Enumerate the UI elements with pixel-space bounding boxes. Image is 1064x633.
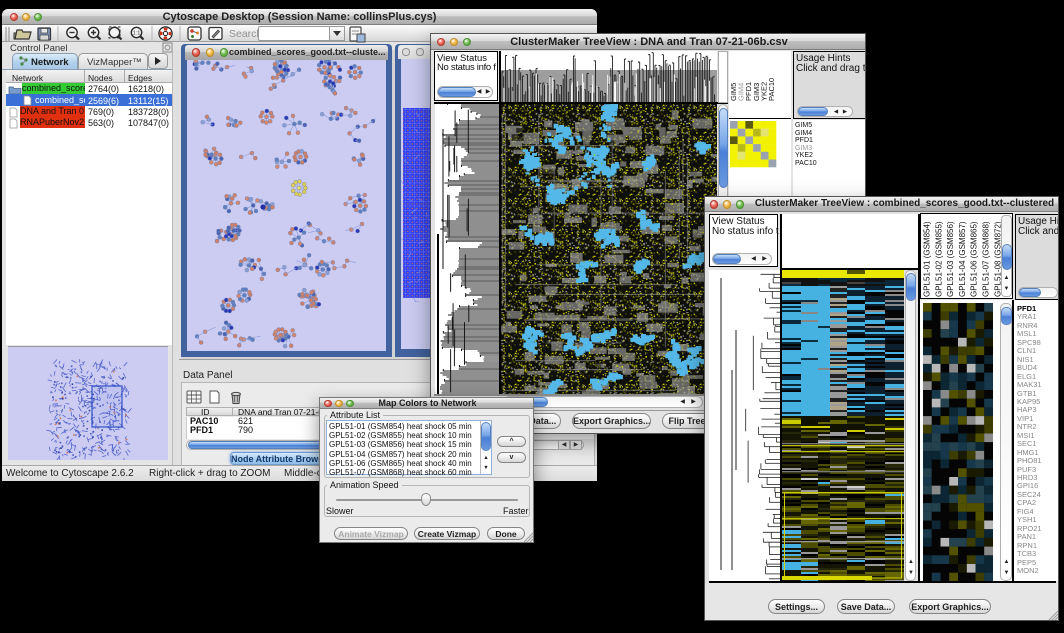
svg-text:GPL51-04 (GSM857): GPL51-04 (GSM857) [958,221,967,297]
svg-text:GPL51-02 (GSM855): GPL51-02 (GSM855) [934,221,943,297]
svg-text:PAC10: PAC10 [767,78,776,101]
svg-text:GPL51-07 (GSM868): GPL51-07 (GSM868) [982,221,991,297]
svg-text:GPL51-03 (GSM856): GPL51-03 (GSM856) [946,221,955,297]
svg-text:1:1: 1:1 [133,31,141,37]
svg-text:GPL51-01 (GSM854): GPL51-01 (GSM854) [923,221,932,297]
svg-text:GPL51-06 (GSM865): GPL51-06 (GSM865) [970,221,979,297]
